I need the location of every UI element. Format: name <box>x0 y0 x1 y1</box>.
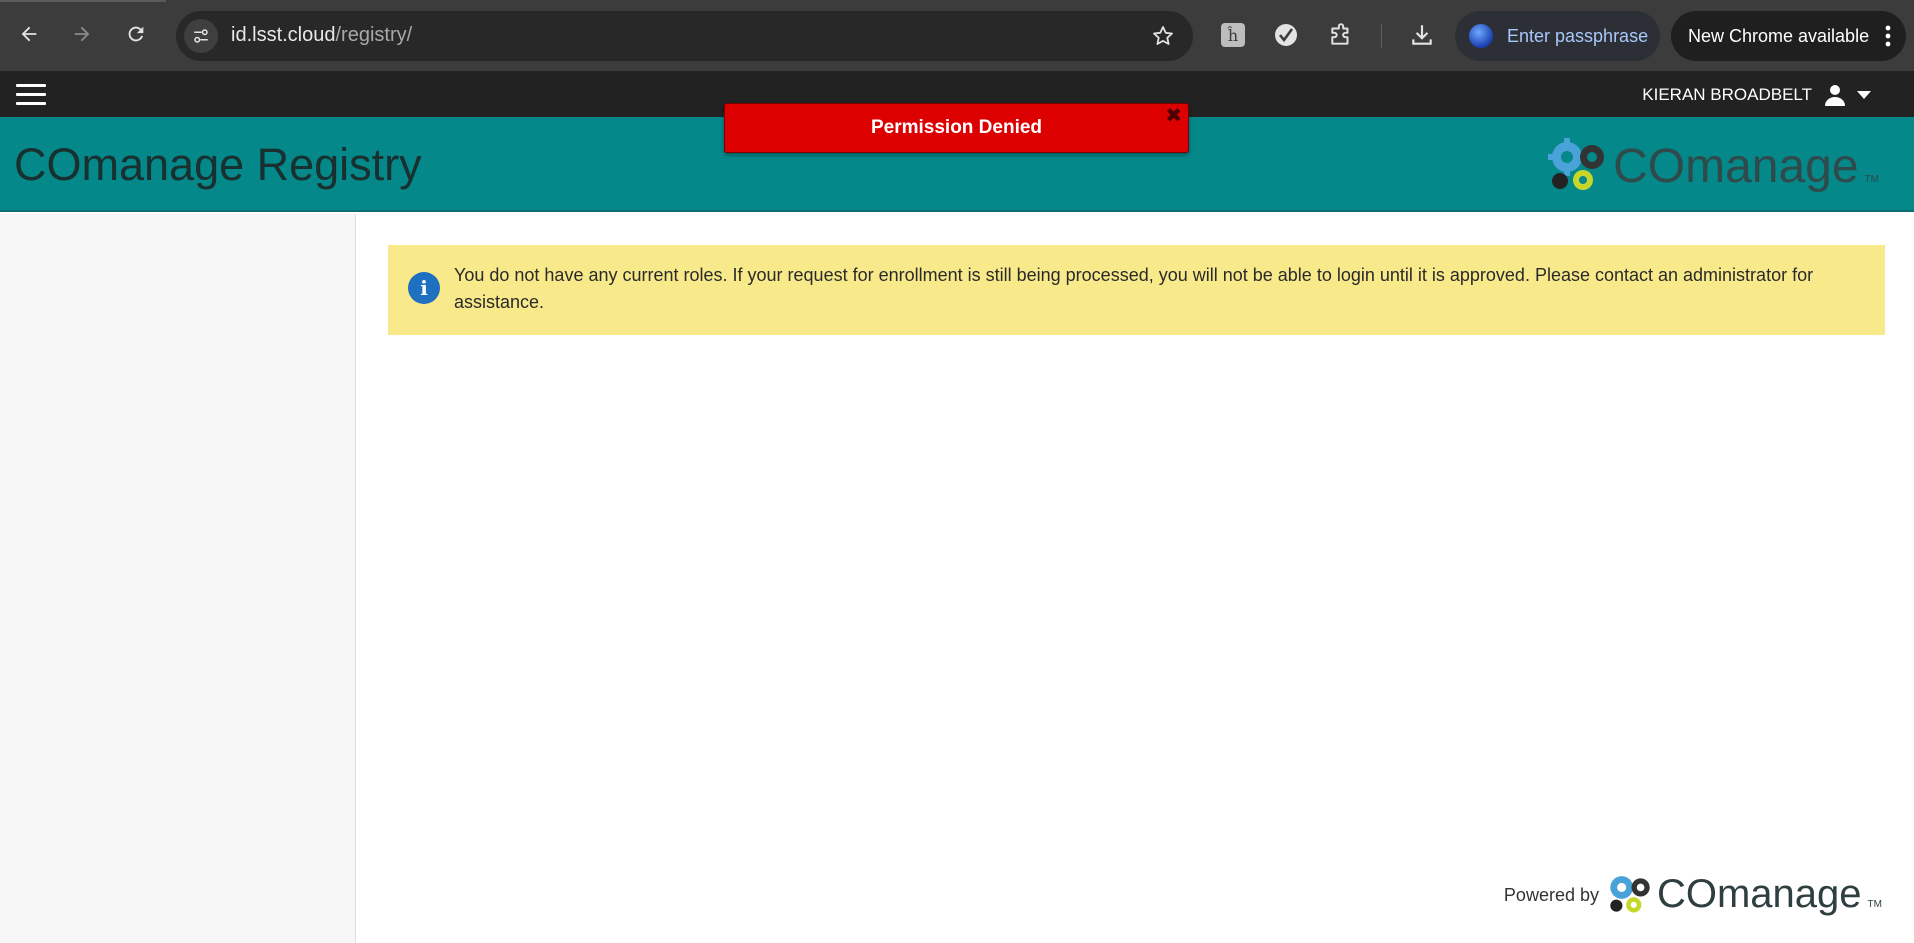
update-chrome-button[interactable]: New Chrome available <box>1671 11 1906 61</box>
page-title: COmanage Registry <box>14 139 422 190</box>
puzzle-icon <box>1331 23 1349 45</box>
arrow-left-icon <box>21 26 37 42</box>
flash-message: Permission Denied <box>870 117 1043 138</box>
info-notice: i You do not have any current roles. If … <box>388 245 1885 335</box>
sidebar <box>0 214 356 943</box>
extension-check-button[interactable] <box>1271 20 1301 50</box>
passphrase-label: Enter passphrase <box>1507 26 1649 46</box>
tune-icon <box>194 29 208 43</box>
footer-logo-trademark: TM <box>1867 899 1882 910</box>
more-menu-icon[interactable] <box>1884 24 1892 53</box>
gears-logo-icon <box>1548 138 1605 190</box>
svg-text:ĥ: ĥ <box>1227 25 1238 45</box>
footer-powered-by: Powered by COmanage TM <box>1504 870 1882 914</box>
powered-by-label: Powered by <box>1503 885 1599 905</box>
gears-logo-icon <box>1610 876 1650 913</box>
arrow-right-icon <box>74 26 90 42</box>
flash-close-icon[interactable]: ✖ <box>1165 106 1182 126</box>
footer-logo-wordmark: COmanage <box>1656 872 1862 916</box>
menu-toggle-icon[interactable] <box>16 84 46 106</box>
profile-globe-icon <box>1469 24 1493 48</box>
bookmark-button[interactable] <box>1151 24 1175 53</box>
info-icon: i <box>408 272 440 304</box>
url-host: id.lsst.cloud <box>231 24 336 46</box>
reload-icon <box>128 26 144 42</box>
download-icon <box>1412 25 1432 45</box>
downloads-button[interactable] <box>1407 20 1437 50</box>
reload-button[interactable] <box>116 14 156 54</box>
user-menu[interactable]: KIERAN BROADBELT <box>1642 83 1872 107</box>
tab-strip-edge <box>0 0 166 2</box>
extensions-button[interactable] <box>1326 20 1356 50</box>
extension-h-button[interactable]: ĥ <box>1218 20 1248 50</box>
back-button[interactable] <box>9 14 49 54</box>
extension-h-icon: ĥ <box>1221 23 1245 47</box>
logo-wordmark: COmanage <box>1613 140 1859 193</box>
forward-button[interactable] <box>62 14 102 54</box>
browser-chrome: id.lsst.cloud/registry/ ĥ Enter passphra… <box>0 0 1914 71</box>
site-info-button[interactable] <box>184 19 218 53</box>
url-text: id.lsst.cloud/registry/ <box>231 24 412 47</box>
update-label: New Chrome available <box>1688 26 1870 46</box>
caret-down-icon <box>1857 91 1871 99</box>
check-circle-icon <box>1275 24 1297 46</box>
url-path: /registry/ <box>335 24 413 46</box>
permission-denied-flash: Permission Denied ✖ <box>724 103 1189 153</box>
star-icon <box>1153 26 1173 45</box>
toolbar-separator <box>1381 24 1382 48</box>
passphrase-button[interactable]: Enter passphrase <box>1455 11 1660 61</box>
address-bar[interactable]: id.lsst.cloud/registry/ <box>176 11 1193 61</box>
person-icon <box>1825 85 1845 106</box>
user-name: KIERAN BROADBELT <box>1642 85 1812 104</box>
comanage-logo: COmanage TM <box>1545 135 1879 191</box>
logo-trademark: TM <box>1864 174 1879 185</box>
notice-text: You do not have any current roles. If yo… <box>454 265 1814 312</box>
